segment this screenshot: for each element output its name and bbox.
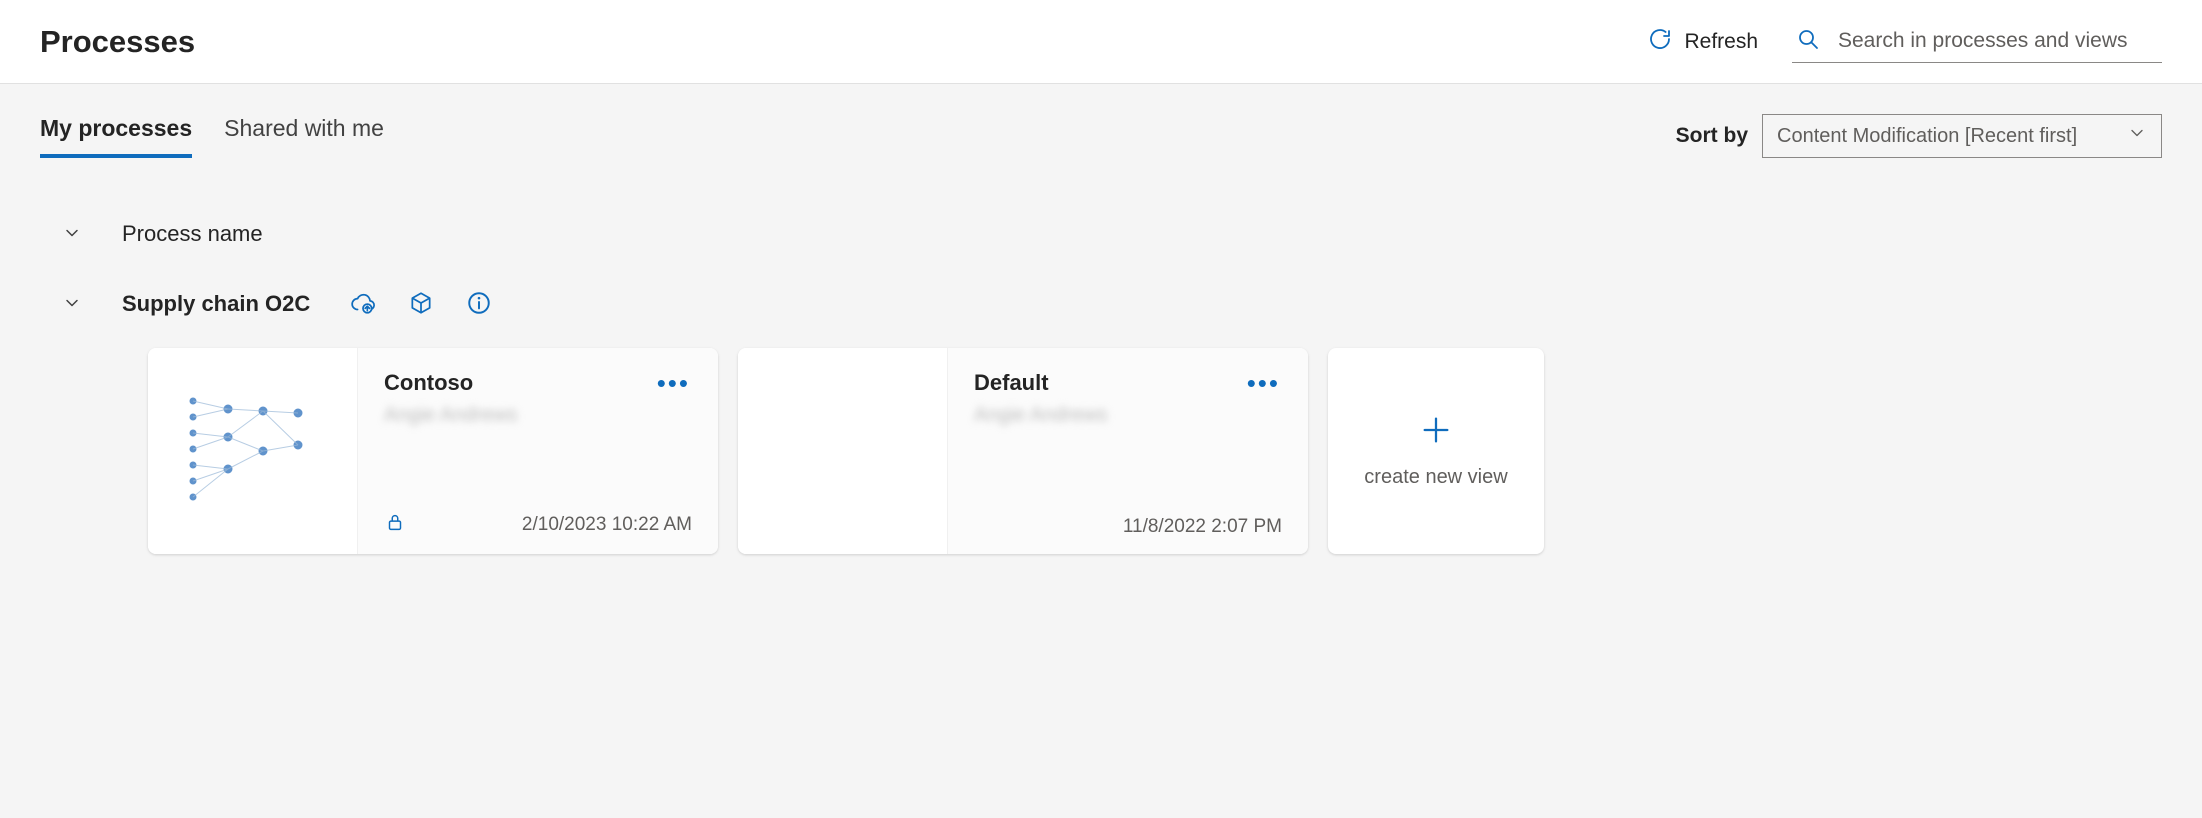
process-name[interactable]: Supply chain O2C xyxy=(122,291,310,317)
process-map-icon xyxy=(173,381,333,521)
more-actions-button[interactable]: ••• xyxy=(655,370,692,396)
view-card-body: Default ••• Angie Andrews 11/8/2022 2:07… xyxy=(948,348,1308,554)
search-icon xyxy=(1796,27,1820,56)
page-title: Processes xyxy=(40,24,195,60)
sort-dropdown[interactable]: Content Modification [Recent first] xyxy=(1762,114,2162,158)
views-row: Contoso ••• Angie Andrews 2/10/2023 10:2… xyxy=(148,348,2162,554)
tabs-row: My processes Shared with me Sort by Cont… xyxy=(40,114,2162,158)
tab-my-processes[interactable]: My processes xyxy=(40,115,192,158)
collapse-toggle[interactable] xyxy=(52,214,92,254)
page-header: Processes Refresh xyxy=(0,0,2202,84)
view-date: 2/10/2023 10:22 AM xyxy=(522,514,692,536)
content-area: My processes Shared with me Sort by Cont… xyxy=(0,84,2202,818)
refresh-icon xyxy=(1648,27,1672,57)
info-button[interactable] xyxy=(464,289,494,319)
more-horizontal-icon: ••• xyxy=(1247,368,1280,398)
cloud-upload-button[interactable] xyxy=(348,289,378,319)
view-card-body: Contoso ••• Angie Andrews 2/10/2023 10:2… xyxy=(358,348,718,554)
view-card[interactable]: Default ••• Angie Andrews 11/8/2022 2:07… xyxy=(738,348,1308,554)
column-header-process-name: Process name xyxy=(122,221,263,247)
view-thumbnail xyxy=(148,348,358,554)
view-owner: Angie Andrews xyxy=(974,404,1282,427)
column-header-row: Process name xyxy=(52,208,2162,260)
create-view-label: create new view xyxy=(1364,466,1507,489)
process-row: Supply chain O2C xyxy=(52,278,2162,330)
package-icon xyxy=(408,290,434,319)
create-view-button[interactable]: create new view xyxy=(1328,348,1544,554)
sort-label: Sort by xyxy=(1676,124,1748,148)
tabs: My processes Shared with me xyxy=(40,115,384,158)
card-title-row: Default ••• xyxy=(974,370,1282,396)
view-date: 11/8/2022 2:07 PM xyxy=(1123,516,1282,538)
chevron-down-icon xyxy=(2127,123,2147,149)
package-button[interactable] xyxy=(406,289,436,319)
view-card[interactable]: Contoso ••• Angie Andrews 2/10/2023 10:2… xyxy=(148,348,718,554)
process-collapse-toggle[interactable] xyxy=(52,284,92,324)
search-input[interactable] xyxy=(1838,29,2158,53)
chevron-down-icon xyxy=(62,223,82,246)
refresh-button[interactable]: Refresh xyxy=(1634,19,1772,65)
view-title: Contoso xyxy=(384,370,473,396)
sort-selected-value: Content Modification [Recent first] xyxy=(1777,125,2077,148)
chevron-down-icon xyxy=(62,293,82,316)
sort-control: Sort by Content Modification [Recent fir… xyxy=(1676,114,2162,158)
more-actions-button[interactable]: ••• xyxy=(1245,370,1282,396)
tab-shared-with-me[interactable]: Shared with me xyxy=(224,115,384,158)
search-box[interactable] xyxy=(1792,21,2162,63)
view-thumbnail xyxy=(738,348,948,554)
plus-icon xyxy=(1419,413,1453,452)
card-footer: 2/10/2023 10:22 AM xyxy=(384,511,692,538)
info-icon xyxy=(466,290,492,319)
card-footer: 11/8/2022 2:07 PM xyxy=(974,516,1282,538)
more-horizontal-icon: ••• xyxy=(657,368,690,398)
card-title-row: Contoso ••• xyxy=(384,370,692,396)
view-owner: Angie Andrews xyxy=(384,404,692,427)
cloud-upload-icon xyxy=(350,290,376,319)
process-action-icons xyxy=(348,289,494,319)
lock-icon xyxy=(384,511,406,538)
view-title: Default xyxy=(974,370,1049,396)
refresh-label: Refresh xyxy=(1684,30,1758,54)
